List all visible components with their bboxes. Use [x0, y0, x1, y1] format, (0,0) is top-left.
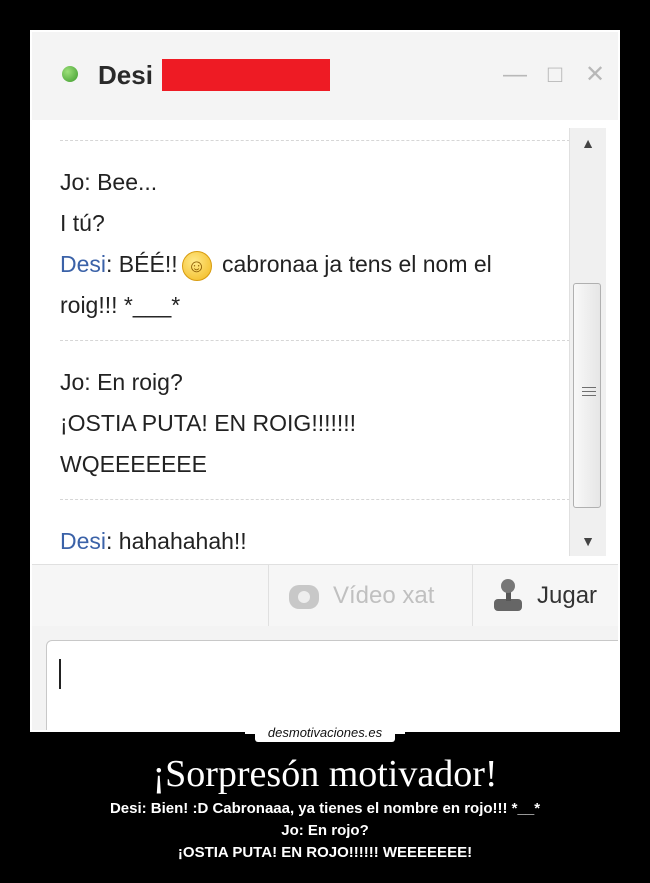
speaker-name: Jo — [60, 169, 85, 195]
scroll-down-arrow-icon[interactable]: ▼ — [570, 526, 606, 556]
joystick-icon — [491, 579, 525, 613]
message-text: WQEEEEEEE — [60, 451, 207, 477]
redacted-name-bar — [162, 59, 330, 91]
message-divider — [60, 499, 570, 501]
speaker-name: Jo — [60, 369, 85, 395]
chat-title-bar: Desi — □ ✕ — [32, 32, 618, 121]
play-game-button[interactable]: Jugar — [472, 565, 618, 627]
message-text: : En roig? — [84, 369, 183, 395]
message-input[interactable] — [46, 640, 618, 730]
message-compose-area — [32, 626, 618, 730]
watermark-logo: desmotivaciones.es — [255, 724, 395, 742]
chat-line: ¡OSTIA PUTA! EN ROIG!!!!!!! — [60, 403, 570, 444]
message-text: : BÉÉ!! — [106, 251, 178, 277]
chat-history: Jo: Bee... I tú? Desi: BÉÉ!! ☺ cabronaa j… — [32, 120, 618, 564]
poster-title: ¡Sorpresón motivador! — [152, 753, 498, 795]
message-text: ¡OSTIA PUTA! EN ROIG!!!!!!! — [60, 410, 357, 436]
caption-line: Jo: En rojo? — [281, 822, 369, 839]
grip-icon: — — — — [582, 378, 596, 402]
webcam-icon — [287, 579, 321, 613]
chat-line: Desi: BÉÉ!! ☺ cabronaa ja tens el nom el — [60, 244, 570, 285]
video-chat-button[interactable]: Vídeo xat — [268, 565, 472, 627]
speaker-name: Desi — [60, 251, 107, 277]
window-controls: — □ ✕ — [502, 62, 608, 88]
chat-line: Jo: Bee... — [60, 162, 570, 203]
close-button[interactable]: ✕ — [582, 62, 608, 88]
text-caret — [59, 659, 61, 689]
chat-scrollbar[interactable]: ▲ — — — ▼ — [569, 128, 606, 556]
message-divider — [60, 140, 570, 142]
play-game-label: Jugar — [537, 582, 598, 609]
maximize-button[interactable]: □ — [542, 62, 568, 88]
scroll-thumb[interactable]: — — — — [573, 283, 601, 508]
message-divider — [60, 340, 570, 342]
smiley-icon: ☺ — [181, 250, 212, 281]
chat-toolbar: Vídeo xat Jugar — [32, 564, 618, 628]
caption-line: Desi: Bien! :D Cabronaaa, ya tienes el n… — [109, 800, 541, 817]
contact-name: Desi — [98, 60, 153, 90]
screenshot-frame: Desi — □ ✕ Jo: Bee... I tú? Desi: BÉÉ!! ☺… — [30, 30, 620, 732]
online-status-icon — [62, 66, 78, 82]
message-text: roig!!! *___* — [60, 292, 181, 318]
message-text: : Bee... — [84, 169, 158, 195]
poster-caption: Desi: Bien! :D Cabronaaa, ya tienes el n… — [0, 798, 650, 864]
watermark-line-right — [393, 731, 405, 734]
chat-line: roig!!! *___* — [60, 285, 570, 326]
caption-line: ¡OSTIA PUTA! EN ROJO!!!!!! WEEEEEEE! — [177, 844, 473, 861]
message-list: Jo: Bee... I tú? Desi: BÉÉ!! ☺ cabronaa j… — [60, 140, 570, 562]
chat-line: WQEEEEEEE — [60, 444, 570, 485]
message-text: I tú? — [60, 210, 105, 236]
scroll-up-arrow-icon[interactable]: ▲ — [570, 128, 606, 158]
message-text: cabronaa ja tens el nom el — [215, 251, 492, 277]
chat-line: I tú? — [60, 203, 570, 244]
chat-line: Jo: En roig? — [60, 362, 570, 403]
minimize-button[interactable]: — — [502, 62, 528, 88]
video-chat-label: Vídeo xat — [333, 582, 435, 609]
chat-line: Desi: hahahahah!! — [60, 521, 570, 562]
speaker-name: Desi — [60, 528, 107, 554]
message-text: : hahahahah!! — [106, 528, 247, 554]
